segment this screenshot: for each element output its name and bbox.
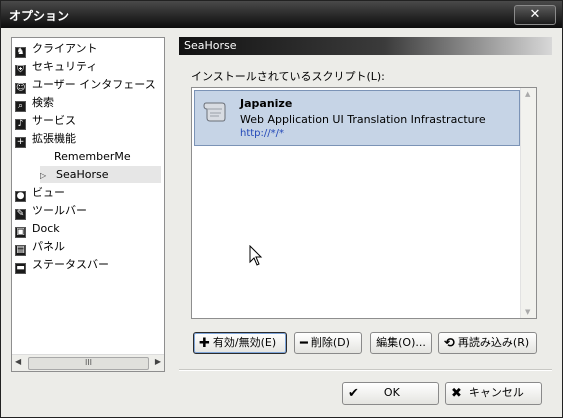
tree-item-client[interactable]: ♞ クライアント <box>15 40 161 58</box>
search-icon: ⌕ <box>15 101 26 112</box>
options-tree: ♞ クライアント ⛨ セキュリティ ☺ ユーザー インタフェース ⌕ 検索 ♪ サービス … <box>11 37 165 372</box>
close-icon: ✕ <box>529 7 541 22</box>
tree-item-rememberme[interactable]: RememberMe <box>54 148 158 165</box>
tree-item-security[interactable]: ⛨ セキュリティ <box>15 58 161 76</box>
toggle-enable-label: 有効/無効(E) <box>212 336 277 349</box>
client-icon: ♞ <box>15 47 26 58</box>
tree-item-user-interface[interactable]: ☺ ユーザー インタフェース <box>15 76 161 94</box>
tree-item-statusbar[interactable]: ▬ ステータスバー <box>15 256 161 274</box>
close-button[interactable]: ✕ <box>514 5 556 25</box>
cancel-label: キャンセル <box>468 386 524 399</box>
ok-label: OK <box>383 386 400 399</box>
tree-item-label: Dock <box>32 222 60 235</box>
plus-icon: ✚ <box>199 336 210 351</box>
reload-label: 再読み込み(R) <box>457 336 530 349</box>
scripts-label: インストールされているスクリプト(L): <box>191 70 385 83</box>
script-name: Japanize <box>240 97 293 110</box>
user-interface-icon: ☺ <box>15 83 26 94</box>
plus-icon: + <box>15 137 26 148</box>
separator <box>179 369 552 371</box>
tree-item-toolbar[interactable]: ✎ ツールバー <box>15 202 161 220</box>
minus-icon: ━ <box>300 336 308 351</box>
scroll-down-icon[interactable]: ▼ <box>525 308 530 316</box>
checkmark-icon: ✔ <box>348 386 359 401</box>
tree-item-label: 検索 <box>32 96 54 109</box>
tree-item-extensions[interactable]: + 拡張機能 <box>15 130 161 148</box>
scripts-list[interactable]: Japanize Web Application UI Translation … <box>191 87 537 319</box>
tree-item-label: パネル <box>32 240 65 253</box>
delete-label: 削除(D) <box>310 336 350 349</box>
delete-button[interactable]: ━ 削除(D) <box>294 332 362 354</box>
tree-horizontal-scrollbar[interactable]: ◀ III ▶ <box>12 354 164 371</box>
toggle-enable-button[interactable]: ✚ 有効/無効(E) <box>193 332 287 354</box>
statusbar-icon: ▬ <box>15 263 26 274</box>
tree-item-services[interactable]: ♪ サービス <box>15 112 161 130</box>
script-item[interactable]: Japanize Web Application UI Translation … <box>194 90 520 146</box>
ok-button[interactable]: ✔ OK <box>342 382 439 405</box>
mouse-cursor-icon <box>249 245 263 266</box>
bell-icon: ♪ <box>15 119 26 130</box>
tree-item-label: クライアント <box>32 42 98 55</box>
scroll-up-icon[interactable]: ▲ <box>525 90 530 98</box>
tree-item-search[interactable]: ⌕ 検索 <box>15 94 161 112</box>
cancel-x-icon: ✖ <box>451 386 462 401</box>
tree-item-label: ビュー <box>32 186 65 199</box>
tree-item-label: RememberMe <box>54 150 131 163</box>
scroll-icon <box>203 102 226 122</box>
scrollbar-thumb[interactable]: III <box>28 357 149 370</box>
edit-label: 編集(O)... <box>376 336 426 349</box>
title-bar[interactable]: オプション ✕ <box>1 1 562 28</box>
options-window: オプション ✕ ♞ クライアント ⛨ セキュリティ ☺ ユーザー インタフェース ⌕ 検… <box>0 0 563 418</box>
tree-item-label: 拡張機能 <box>32 132 76 145</box>
scripts-vertical-scrollbar[interactable]: ▲ ▼ <box>520 88 536 318</box>
shield-icon: ⛨ <box>15 65 26 76</box>
tree-item-label: SeaHorse <box>56 168 109 181</box>
cancel-button[interactable]: ✖ キャンセル <box>445 382 542 405</box>
window-title: オプション <box>9 9 70 23</box>
tree-item-dock[interactable]: ▣ Dock <box>15 220 161 238</box>
tree-item-label: ユーザー インタフェース <box>32 78 156 91</box>
script-description: Web Application UI Translation Infrastra… <box>240 113 486 126</box>
tree-item-view[interactable]: ● ビュー <box>15 184 161 202</box>
reload-icon: ⟲ <box>444 336 455 351</box>
tree-item-label: サービス <box>32 114 76 127</box>
tree-item-seahorse[interactable]: ▷ SeaHorse <box>40 166 161 183</box>
panel-icon: ▤ <box>15 245 26 256</box>
scroll-left-icon[interactable]: ◀ <box>15 357 21 366</box>
tree-item-label: セキュリティ <box>32 60 98 73</box>
expand-arrow-icon[interactable]: ▷ <box>40 167 50 184</box>
view-icon: ● <box>15 191 26 202</box>
edit-button[interactable]: 編集(O)... <box>370 332 432 354</box>
tree-item-label: ステータスバー <box>32 258 109 271</box>
script-url: http://*/* <box>240 128 285 139</box>
section-header: SeaHorse <box>179 37 552 55</box>
scroll-right-icon[interactable]: ▶ <box>155 357 161 366</box>
pencil-icon: ✎ <box>15 209 26 220</box>
dock-icon: ▣ <box>15 227 26 238</box>
tree-item-panel[interactable]: ▤ パネル <box>15 238 161 256</box>
reload-button[interactable]: ⟲ 再読み込み(R) <box>438 332 537 354</box>
tree-item-label: ツールバー <box>32 204 87 217</box>
